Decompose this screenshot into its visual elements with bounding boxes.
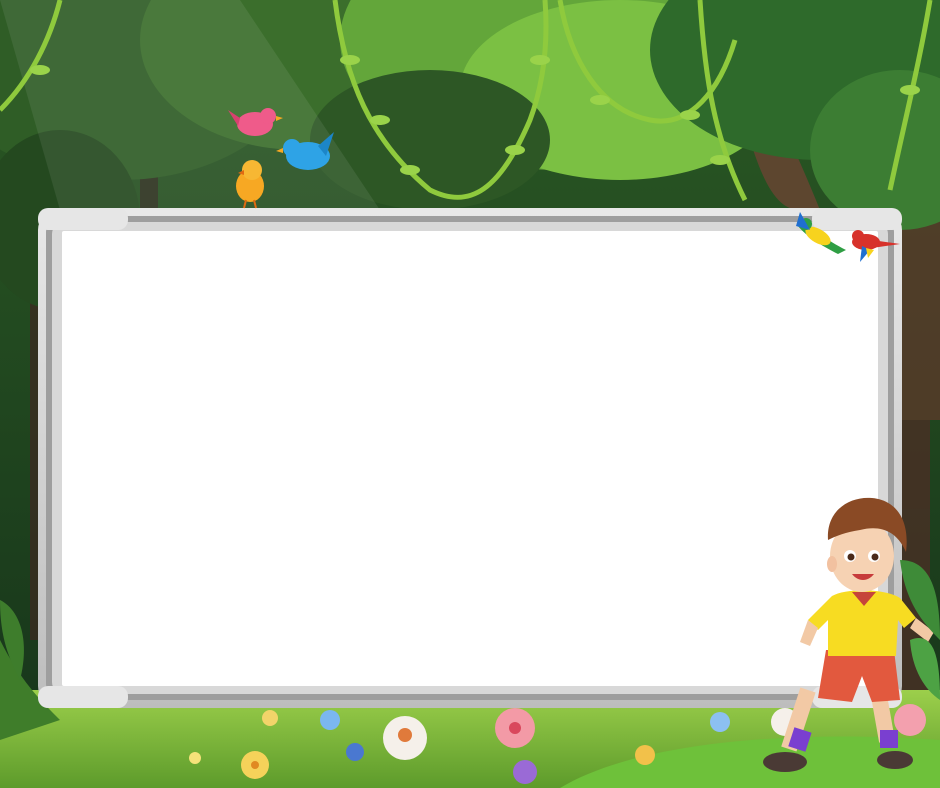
jungle-scene [0,0,940,788]
whiteboard-writing-area [62,231,878,686]
